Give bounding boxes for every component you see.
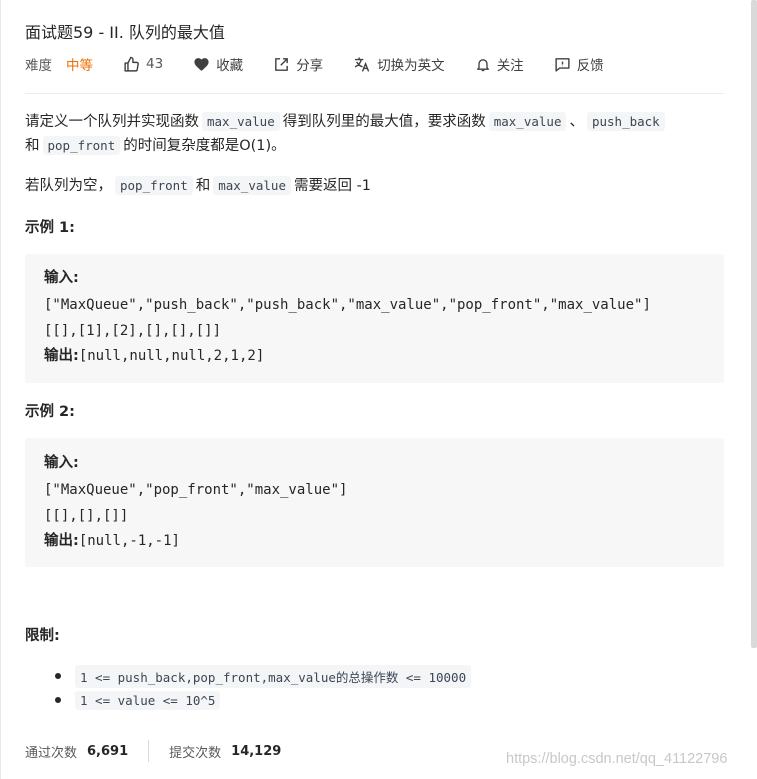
share-label: 分享 [296, 58, 324, 74]
thumbs-up-icon [124, 56, 139, 72]
example-input-line: [[],[1],[2],[],[],[]] [44, 323, 222, 339]
feedback-icon [555, 57, 570, 72]
panel-left-border [0, 0, 1, 779]
accepted-label: 通过次数 [25, 745, 78, 761]
switch-language-label: 切换为英文 [377, 58, 445, 74]
list-item: 1 <= push_back,pop_front,max_value的总操作数 … [53, 664, 474, 688]
constraint-text: 1 <= push_back,pop_front,max_value的总操作数 … [75, 664, 472, 688]
list-item: 1 <= value <= 10^5 [53, 688, 474, 712]
follow-label: 关注 [496, 58, 524, 74]
inline-code: max_value [202, 112, 280, 131]
favorite-label: 收藏 [216, 58, 244, 74]
description-paragraph-1: 请定义一个队列并实现函数 max_value 得到队列里的最大值，要求函数 max_v… [25, 110, 725, 158]
accepted-count: 6,691 [87, 743, 129, 759]
switch-language-button[interactable]: 切换为英文 [353, 54, 445, 74]
difficulty-label: 难度 [25, 58, 52, 74]
like-count: 43 [146, 56, 164, 72]
description-paragraph-2: 若队列为空， pop_front 和 max_value 需要返回 -1 [25, 176, 372, 195]
description-line: 请定义一个队列并实现函数 max_value 得到队列里的最大值，要求函数 max_v… [25, 110, 725, 134]
submissions-label: 提交次数 [169, 745, 222, 761]
inline-code: max_value [488, 112, 567, 131]
heart-icon [194, 57, 209, 71]
header-divider [25, 93, 724, 94]
watermark: https://blog.csdn.net/qq_41122796 [506, 751, 728, 767]
example-output-label: 输出: [44, 533, 79, 549]
stats-divider [148, 740, 150, 762]
feedback-label: 反馈 [576, 58, 604, 74]
bell-icon [476, 58, 489, 71]
share-button[interactable]: 分享 [273, 54, 323, 74]
inline-code: max_value [213, 176, 291, 195]
submission-stats: 通过次数 6,691 提交次数 14,129 [25, 740, 281, 762]
problem-title: 面试题59 - II. 队列的最大值 [25, 23, 225, 42]
description-line: 和 pop_front 的时间复杂度都是O(1)。 [25, 136, 286, 155]
example-output-label: 输出: [44, 348, 79, 364]
inline-code: push_back [586, 112, 665, 131]
like-button[interactable]: 43 [123, 56, 163, 73]
problem-meta-bar: 难度 中等 43 收藏 分享 切换为英文 关注 反馈 [25, 54, 634, 74]
example-1-heading: 示例 1: [25, 220, 75, 236]
example-input-label: 输入: [44, 455, 79, 471]
bullet-dot [55, 673, 61, 679]
example-1-block: 输入: ["MaxQueue","push_back","push_back",… [25, 254, 724, 383]
inline-code: pop_front [42, 136, 121, 155]
feedback-button[interactable]: 反馈 [554, 54, 604, 74]
inline-code: pop_front [115, 176, 193, 195]
example-output-value: [null,-1,-1] [78, 533, 180, 549]
follow-button[interactable]: 关注 [475, 54, 524, 74]
translate-icon [355, 56, 370, 72]
example-2-block: 输入: ["MaxQueue","pop_front","max_value"]… [25, 438, 724, 567]
difficulty-badge: 中等 [66, 58, 93, 74]
submissions-count: 14,129 [231, 743, 282, 759]
constraint-text: 1 <= value <= 10^5 [75, 690, 221, 710]
example-input-line: ["MaxQueue","push_back","push_back","max… [44, 297, 651, 313]
example-input-line: [[],[],[]] [44, 508, 129, 524]
example-input-line: ["MaxQueue","pop_front","max_value"] [44, 482, 348, 498]
example-2-heading: 示例 2: [25, 404, 75, 420]
example-input-label: 输入: [44, 270, 79, 286]
vertical-scrollbar[interactable] [751, 0, 757, 648]
constraints-heading: 限制: [25, 628, 60, 644]
bullet-dot [55, 697, 61, 703]
constraints-list: 1 <= push_back,pop_front,max_value的总操作数 … [53, 664, 474, 712]
favorite-button[interactable]: 收藏 [193, 54, 243, 74]
share-icon [275, 57, 289, 71]
example-output-value: [null,null,null,2,1,2] [78, 348, 265, 364]
